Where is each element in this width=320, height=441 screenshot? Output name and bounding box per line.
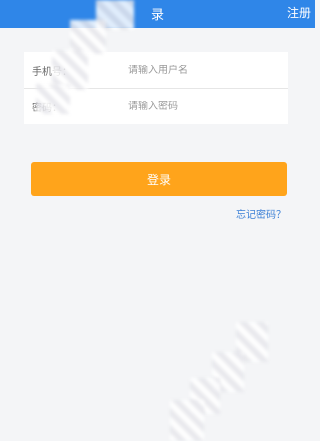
login-button[interactable]: 登录 bbox=[31, 162, 287, 196]
blur-overlay bbox=[170, 400, 204, 441]
blur-overlay bbox=[36, 84, 70, 114]
blur-overlay bbox=[70, 20, 106, 54]
password-input[interactable] bbox=[128, 100, 288, 112]
page-title: 录 bbox=[150, 8, 164, 23]
login-screen: 录 注册 手机号： 密码： 登录 忘记密码？ bbox=[0, 0, 315, 441]
forgot-password-link[interactable]: 忘记密码？ bbox=[236, 206, 286, 221]
register-link[interactable]: 注册 bbox=[287, 4, 311, 21]
app-header: 录 注册 bbox=[0, 0, 315, 28]
username-input[interactable] bbox=[128, 64, 288, 76]
